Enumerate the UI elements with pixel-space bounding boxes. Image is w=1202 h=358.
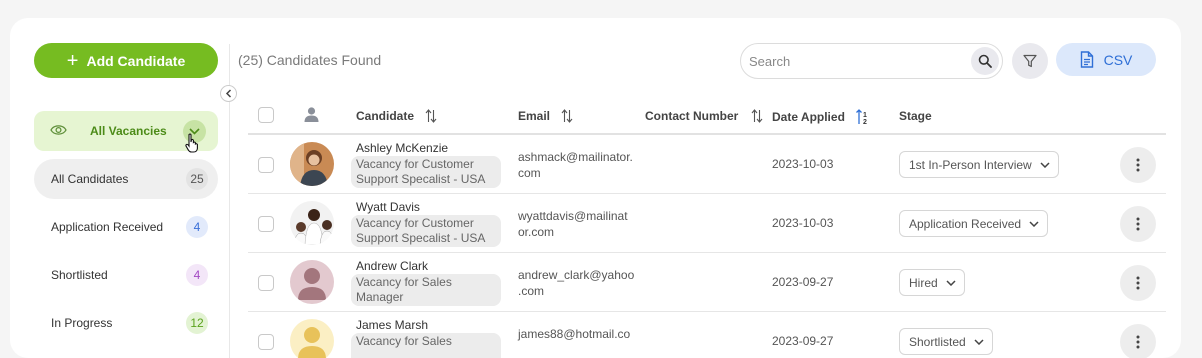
- chevron-left-icon: [225, 89, 232, 98]
- main-content: (25) Candidates Found CSV Candidate: [238, 18, 1181, 358]
- date-applied: 2023-09-27: [772, 275, 834, 289]
- row-checkbox[interactable]: [258, 334, 274, 350]
- sort-icon: [561, 109, 573, 123]
- results-count: (25) Candidates Found: [238, 52, 382, 68]
- sidebar-item-label: Application Received: [51, 220, 164, 234]
- stage-select[interactable]: Shortlisted: [899, 328, 993, 355]
- search-icon: [978, 54, 992, 68]
- vacancy-tag: Vacancy for Sales: [351, 333, 501, 358]
- select-all-checkbox[interactable]: [258, 107, 274, 123]
- stage-select[interactable]: 1st In-Person Interview: [899, 151, 1059, 178]
- avatar: [290, 319, 334, 358]
- chevron-down-icon: [1029, 220, 1039, 227]
- table-row[interactable]: Wyatt Davis Vacancy for Customer Support…: [248, 194, 1166, 253]
- sidebar-item-label: All Candidates: [51, 172, 129, 186]
- sidebar-item-in-progress[interactable]: In Progress 12: [34, 303, 218, 343]
- vacancy-tag: Vacancy for Customer Support Specalist -…: [351, 156, 501, 188]
- plus-icon: +: [66, 49, 79, 72]
- more-vertical-icon: [1136, 158, 1140, 172]
- row-actions-button[interactable]: [1120, 265, 1156, 301]
- candidate-email: ashmack@mailinator. com: [518, 150, 633, 180]
- candidates-panel: + Add Candidate All Vacancies All Candid…: [10, 18, 1181, 358]
- search-box: [740, 43, 1003, 79]
- stage-value: Hired: [909, 275, 938, 290]
- date-applied: 2023-10-03: [772, 157, 834, 171]
- user-icon: [303, 106, 320, 126]
- table-row[interactable]: Ashley McKenzie Vacancy for Customer Sup…: [248, 135, 1166, 194]
- more-vertical-icon: [1136, 276, 1140, 290]
- stage-select[interactable]: Application Received: [899, 210, 1049, 237]
- candidate-email: andrew_clark@yahoo .com: [518, 268, 635, 298]
- csv-export-button[interactable]: CSV: [1056, 43, 1156, 76]
- chevron-down-icon: [946, 279, 956, 286]
- count-badge: 12: [186, 312, 208, 334]
- column-header-date-applied[interactable]: Date Applied 12: [772, 109, 869, 125]
- count-badge: 25: [186, 168, 208, 190]
- sidebar: + Add Candidate All Vacancies All Candid…: [10, 18, 229, 358]
- candidate-name[interactable]: Andrew Clark: [356, 259, 428, 273]
- document-icon: [1080, 51, 1093, 68]
- candidate-name[interactable]: Ashley McKenzie: [356, 141, 448, 155]
- stage-select[interactable]: Hired: [899, 269, 965, 296]
- candidate-name[interactable]: James Marsh: [356, 318, 428, 332]
- filter-button[interactable]: [1012, 43, 1048, 79]
- stage-value: Shortlisted: [909, 334, 966, 349]
- date-applied: 2023-09-27: [772, 334, 834, 348]
- sidebar-item-shortlisted[interactable]: Shortlisted 4: [34, 255, 218, 295]
- row-checkbox[interactable]: [258, 275, 274, 291]
- column-header-email[interactable]: Email: [518, 109, 574, 123]
- filter-icon: [1023, 54, 1037, 68]
- avatar: [290, 142, 334, 186]
- sort-numeric-asc-icon: 12: [855, 109, 867, 125]
- candidate-name[interactable]: Wyatt Davis: [356, 200, 420, 214]
- svg-text:1: 1: [863, 112, 867, 119]
- chevron-down-icon: [974, 338, 984, 345]
- csv-label: CSV: [1103, 51, 1133, 68]
- sidebar-item-label: Shortlisted: [51, 268, 108, 282]
- column-header-candidate[interactable]: Candidate: [356, 109, 438, 123]
- row-actions-button[interactable]: [1120, 324, 1156, 358]
- search-button[interactable]: [971, 47, 999, 75]
- stage-value: 1st In-Person Interview: [909, 157, 1032, 172]
- row-checkbox[interactable]: [258, 216, 274, 232]
- row-checkbox[interactable]: [258, 157, 274, 173]
- hand-cursor-icon: [185, 133, 199, 158]
- search-input[interactable]: [741, 44, 966, 78]
- candidate-email: wyattdavis@mailinat or.com: [518, 209, 628, 239]
- table-row[interactable]: Andrew Clark Vacancy for Sales Manager a…: [248, 253, 1166, 312]
- count-badge: 4: [186, 216, 208, 238]
- sidebar-item-label: In Progress: [51, 316, 113, 330]
- row-actions-button[interactable]: [1120, 147, 1156, 183]
- stage-value: Application Received: [909, 216, 1022, 231]
- column-header-stage: Stage: [899, 109, 932, 123]
- sort-icon: [425, 109, 437, 123]
- eye-icon: [50, 123, 67, 142]
- more-vertical-icon: [1136, 335, 1140, 349]
- more-vertical-icon: [1136, 217, 1140, 231]
- collapse-sidebar-button[interactable]: [220, 85, 237, 102]
- avatar: [290, 201, 334, 245]
- chevron-down-icon: [1040, 161, 1050, 168]
- sidebar-item-application-received[interactable]: Application Received 4: [34, 207, 218, 247]
- sidebar-item-all-candidates[interactable]: All Candidates 25: [34, 159, 218, 199]
- table-row[interactable]: James Marsh Vacancy for Sales james88@ho…: [248, 312, 1166, 358]
- vacancy-tag: Vacancy for Sales Manager: [351, 274, 501, 306]
- svg-text:2: 2: [863, 119, 867, 125]
- count-badge: 4: [186, 264, 208, 286]
- add-candidate-button[interactable]: + Add Candidate: [34, 43, 218, 78]
- vacancy-filter-label: All Vacancies: [90, 124, 167, 138]
- column-header-contact-number[interactable]: Contact Number: [645, 109, 764, 123]
- sort-icon: [751, 109, 763, 123]
- row-actions-button[interactable]: [1120, 206, 1156, 242]
- date-applied: 2023-10-03: [772, 216, 834, 230]
- avatar: [290, 260, 334, 304]
- add-candidate-label: Add Candidate: [86, 52, 186, 69]
- table-header: Candidate Email Contact Number Date Appl…: [248, 96, 1166, 135]
- candidate-email: james88@hotmail.co: [518, 327, 631, 341]
- vacancy-tag: Vacancy for Customer Support Specalist -…: [351, 215, 501, 247]
